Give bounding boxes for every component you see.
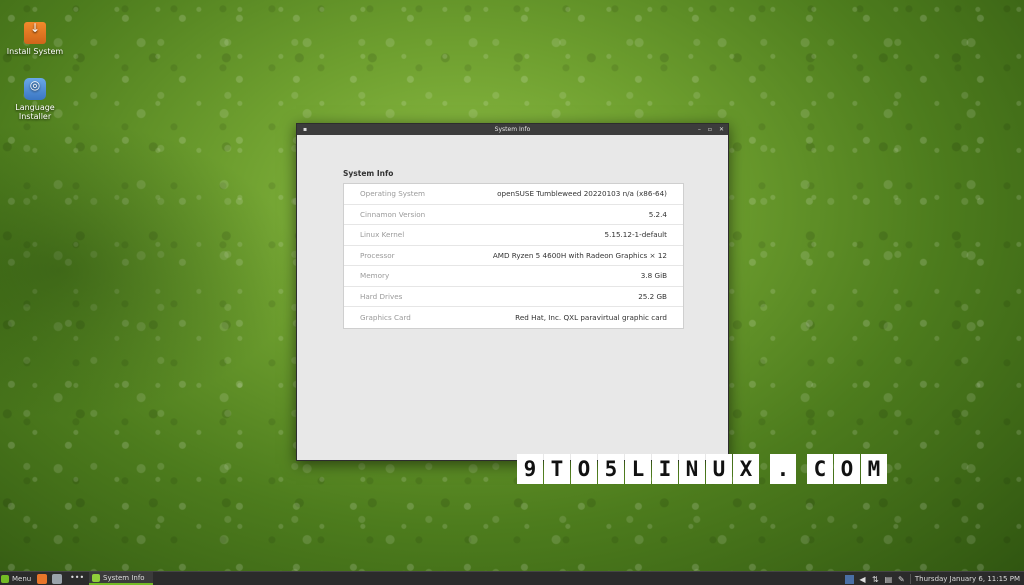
watermark-letter: N <box>679 454 705 484</box>
info-value: 25.2 GB <box>638 291 667 301</box>
info-value: AMD Ryzen 5 4600H with Radeon Graphics ×… <box>492 250 667 260</box>
info-value: 5.2.4 <box>648 209 667 219</box>
desktop-icon-language-installer[interactable]: Language Installer <box>0 78 70 121</box>
taskbar-window-system-info[interactable]: System Info <box>89 572 153 585</box>
watermark-letter: 9 <box>517 454 543 484</box>
info-list: Operating System openSUSE Tumbleweed 202… <box>343 183 684 329</box>
info-row-graphics: Graphics Card Red Hat, Inc. QXL paravirt… <box>344 307 683 328</box>
section-heading: System Info <box>343 169 394 178</box>
window-menu-icon[interactable]: ▪ <box>303 124 307 135</box>
info-row-processor: Processor AMD Ryzen 5 4600H with Radeon … <box>344 246 683 266</box>
watermark: 9 T O 5 L I N U X . C O M <box>517 454 888 484</box>
info-value: 5.15.12-1-default <box>604 230 667 240</box>
desktop-icon-label: Install System <box>6 47 64 56</box>
menu-label: Menu <box>12 575 32 583</box>
info-row-os: Operating System openSUSE Tumbleweed 202… <box>344 184 683 205</box>
desktop-icon-install-system[interactable]: Install System <box>0 22 70 56</box>
info-value: openSUSE Tumbleweed 20220103 n/a (x86-64… <box>497 189 667 199</box>
network-icon[interactable]: ⇅ <box>871 575 880 584</box>
menu-button[interactable]: Menu <box>1 573 31 585</box>
watermark-letter: I <box>652 454 678 484</box>
workspace-icon[interactable] <box>844 574 854 584</box>
watermark-letter: L <box>625 454 651 484</box>
info-key: Processor <box>360 250 395 260</box>
info-key: Memory <box>360 271 390 281</box>
language-icon <box>24 78 46 100</box>
info-key: Linux Kernel <box>360 230 405 240</box>
opensuse-logo-icon <box>1 575 9 583</box>
watermark-letter: C <box>807 454 833 484</box>
desktop-icon-label: Language Installer <box>15 103 55 121</box>
files-launcher-icon[interactable] <box>52 574 62 584</box>
watermark-letter: 5 <box>598 454 624 484</box>
info-key: Graphics Card <box>360 312 411 322</box>
watermark-letter: T <box>544 454 570 484</box>
info-key: Hard Drives <box>360 291 403 301</box>
watermark-letter: . <box>770 454 796 484</box>
system-info-app-icon <box>92 573 100 582</box>
info-key: Operating System <box>360 189 426 199</box>
maximize-icon[interactable]: ▫ <box>708 124 712 135</box>
clipboard-icon[interactable]: ▤ <box>884 575 893 584</box>
watermark-letter: M <box>861 454 887 484</box>
install-icon <box>24 22 46 44</box>
info-row-cinnamon: Cinnamon Version 5.2.4 <box>344 205 683 225</box>
watermark-letter: X <box>733 454 759 484</box>
info-row-kernel: Linux Kernel 5.15.12-1-default <box>344 225 683 246</box>
system-info-window: ▪ System Info – ▫ ✕ System Info Operatin… <box>296 123 729 461</box>
more-launchers-icon[interactable]: ••• <box>70 574 84 584</box>
info-row-memory: Memory 3.8 GiB <box>344 266 683 287</box>
volume-icon[interactable]: ◀ <box>858 575 867 584</box>
info-value: Red Hat, Inc. QXL paravirtual graphic ca… <box>515 312 667 322</box>
info-row-hard-drives: Hard Drives 25.2 GB <box>344 287 683 307</box>
info-value: 3.8 GiB <box>640 271 667 281</box>
minimize-icon[interactable]: – <box>698 124 701 135</box>
system-tray: ◀ ⇅ ▤ ✎ Thursday January 6, 11:15 PM <box>844 573 1020 585</box>
settings-brush-icon[interactable]: ✎ <box>897 575 906 584</box>
window-titlebar[interactable]: ▪ System Info – ▫ ✕ <box>297 124 728 135</box>
info-key: Cinnamon Version <box>360 209 426 219</box>
browser-launcher-icon[interactable] <box>37 574 47 584</box>
watermark-letter: U <box>706 454 732 484</box>
clock[interactable]: Thursday January 6, 11:15 PM <box>915 575 1020 583</box>
watermark-letter: O <box>571 454 597 484</box>
taskbar: Menu ••• System Info ◀ ⇅ ▤ ✎ Thursday Ja… <box>0 571 1024 585</box>
taskbar-task-label: System Info <box>103 573 145 582</box>
close-icon[interactable]: ✕ <box>719 124 724 135</box>
wallpaper-shade <box>0 120 300 420</box>
watermark-letter: O <box>834 454 860 484</box>
window-title: System Info <box>494 126 531 133</box>
